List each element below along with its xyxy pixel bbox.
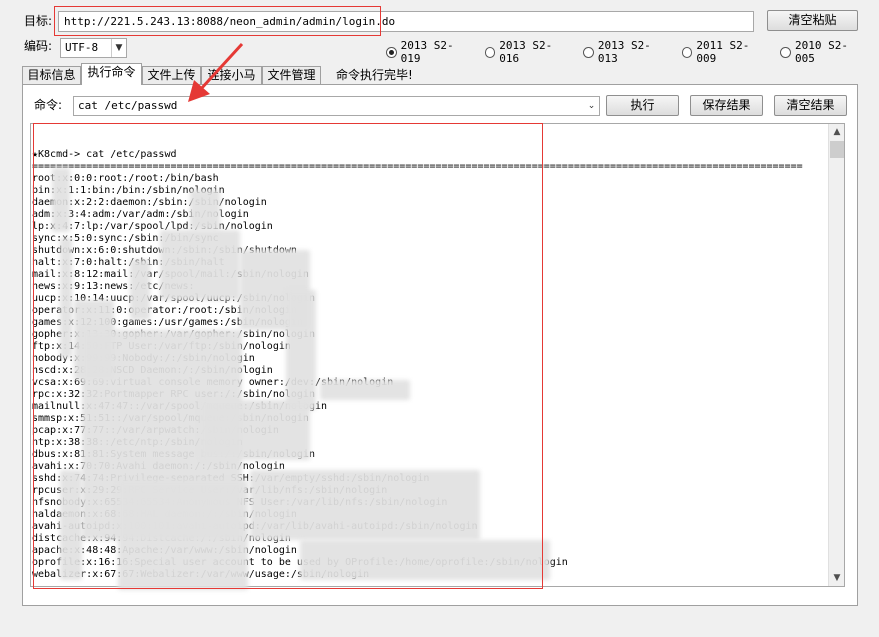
clear-paste-button[interactable]: 清空粘贴 <box>767 10 858 31</box>
radio-icon[interactable] <box>780 46 792 58</box>
exploit-option-label: 2011 S2-009 <box>696 39 750 65</box>
annotation-arrow-icon <box>188 42 244 102</box>
encoding-select[interactable]: UTF-8 ▼ <box>60 38 127 58</box>
clear-result-button[interactable]: 清空结果 <box>774 95 847 116</box>
tab-target-info[interactable]: 目标信息 <box>22 66 81 84</box>
exploit-option[interactable]: 2010 S2-005 <box>780 39 865 65</box>
exploit-option-label: 2013 S2-016 <box>499 39 553 65</box>
radio-icon[interactable] <box>386 46 397 58</box>
encoding-value: UTF-8 <box>65 41 99 54</box>
tab-file-manager[interactable]: 文件管理 <box>262 66 321 84</box>
encoding-label: 编码: <box>24 39 53 53</box>
exploit-option[interactable]: 2013 S2-013 <box>583 39 668 65</box>
command-input[interactable]: cat /etc/passwd ⌄ <box>73 96 600 116</box>
execute-button[interactable]: 执行 <box>606 95 679 116</box>
radio-icon[interactable] <box>484 46 496 58</box>
chevron-down-icon[interactable]: ▼ <box>111 39 126 57</box>
exploit-option-label: 2013 S2-019 <box>400 39 454 65</box>
command-label: 命令: <box>34 98 63 112</box>
command-value: cat /etc/passwd <box>78 99 178 112</box>
exploit-option-label: 2010 S2-005 <box>795 39 848 65</box>
chevron-down-icon[interactable]: ⌄ <box>584 97 599 115</box>
annotation-box-output <box>33 123 543 589</box>
annotation-box-url <box>54 6 381 36</box>
radio-icon[interactable] <box>583 46 594 58</box>
status-text: 命令执行完毕! <box>336 68 413 82</box>
output-scrollbar[interactable]: ▲ ▼ <box>828 124 844 586</box>
exploit-option[interactable]: 2013 S2-016 <box>484 39 570 65</box>
exploit-option[interactable]: 2011 S2-009 <box>681 39 767 65</box>
exploit-radio-group[interactable]: 2013 S2-019 2013 S2-016 2013 S2-013 2011 S2… <box>386 39 879 65</box>
radio-icon[interactable] <box>681 46 693 58</box>
tab-execute-command[interactable]: 执行命令 <box>81 63 142 85</box>
exploit-option[interactable]: 2013 S2-019 <box>386 39 471 65</box>
exploit-option-label: 2013 S2-013 <box>597 39 651 65</box>
scroll-up-icon[interactable]: ▲ <box>829 124 845 140</box>
scroll-down-icon[interactable]: ▼ <box>829 570 845 586</box>
save-result-button[interactable]: 保存结果 <box>690 95 763 116</box>
target-label: 目标: <box>24 14 53 28</box>
scrollbar-thumb[interactable] <box>830 141 844 158</box>
